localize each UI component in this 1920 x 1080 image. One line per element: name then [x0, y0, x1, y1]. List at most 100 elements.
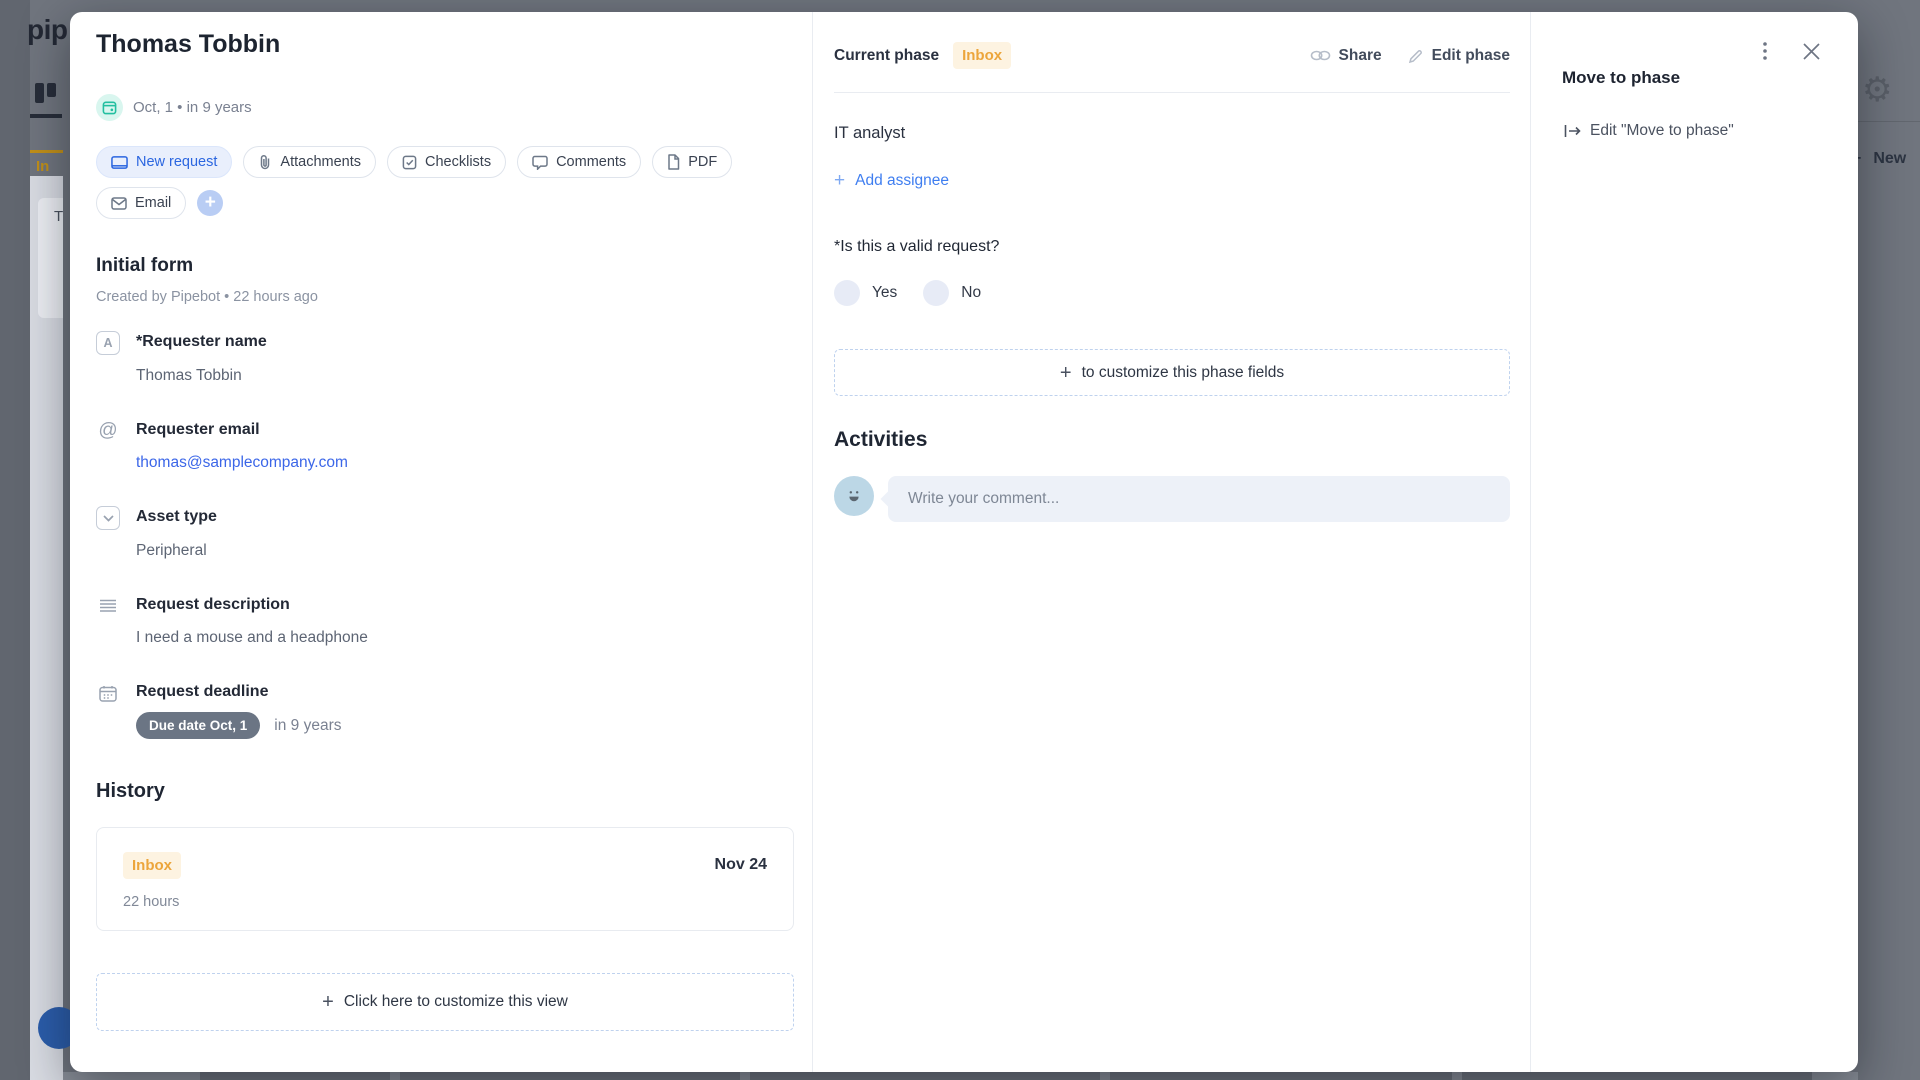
textarea-field-icon — [96, 594, 120, 618]
checklists-button[interactable]: Checklists — [387, 146, 506, 178]
card-toolbar: New request Attachments Checklists — [96, 146, 736, 219]
history-entry-card[interactable]: Inbox Nov 24 22 hours — [96, 827, 794, 931]
email-link[interactable]: thomas@samplecompany.com — [136, 454, 348, 472]
add-assignee-label: Add assignee — [855, 172, 949, 190]
column-divider — [1530, 12, 1531, 1072]
deadline-value-row: Due date Oct, 1 in 9 years — [136, 712, 341, 739]
customize-view-button[interactable]: + Click here to customize this view — [96, 973, 794, 1031]
field-value[interactable]: Thomas Tobbin — [136, 367, 242, 385]
at-sign-icon: @ — [96, 419, 120, 443]
comments-label: Comments — [556, 154, 626, 170]
background-card-edge — [1110, 1072, 1452, 1080]
phase-header: Current phase Inbox Share Edit phase — [834, 42, 1510, 69]
customize-phase-fields-label: to customize this phase fields — [1082, 364, 1284, 382]
radio-label: Yes — [872, 284, 897, 302]
field-label: Request description — [136, 596, 290, 614]
comments-button[interactable]: Comments — [517, 146, 641, 178]
calendar-icon — [96, 94, 123, 121]
radio-circle[interactable] — [923, 280, 949, 306]
current-phase-label: Current phase — [834, 47, 939, 65]
field-label: Requester email — [136, 421, 260, 439]
created-by-text: Created by Pipebot • 22 hours ago — [96, 289, 318, 305]
attachments-label: Attachments — [280, 154, 361, 170]
comment-input-bubble[interactable] — [888, 476, 1510, 522]
add-action-button[interactable]: + — [197, 190, 223, 216]
new-card-button: + New — [1852, 150, 1906, 168]
background-card-title: T — [54, 208, 63, 225]
share-button[interactable]: Share — [1310, 47, 1382, 65]
pencil-icon — [1408, 48, 1424, 64]
bar-arrow-right-icon — [1564, 124, 1581, 138]
radio-circle[interactable] — [834, 280, 860, 306]
radio-option-yes[interactable]: Yes — [834, 280, 897, 306]
pdf-label: PDF — [688, 154, 717, 170]
link-chain-icon — [1310, 49, 1331, 62]
current-phase-badge: Inbox — [953, 42, 1011, 69]
activities-heading: Activities — [834, 428, 927, 452]
add-assignee-button[interactable]: + Add assignee — [834, 172, 949, 190]
new-request-button[interactable]: New request — [96, 146, 232, 178]
column-divider — [812, 12, 813, 1072]
background-card-edge — [750, 1072, 1100, 1080]
comment-input[interactable] — [906, 489, 1492, 509]
close-icon[interactable] — [1798, 38, 1824, 64]
history-duration: 22 hours — [123, 894, 179, 910]
file-icon — [667, 154, 680, 170]
edit-phase-button[interactable]: Edit phase — [1408, 47, 1510, 65]
active-nav-underline — [30, 114, 62, 118]
card-detail-modal: Thomas Tobbin Oct, 1 • in 9 years New re… — [70, 12, 1858, 1072]
assignee-role-label: IT analyst — [834, 124, 905, 143]
select-field-icon — [96, 506, 120, 530]
email-label: Email — [135, 195, 171, 211]
customize-view-label: Click here to customize this view — [344, 993, 568, 1011]
history-heading: History — [96, 780, 165, 803]
comment-bubble-icon — [532, 155, 548, 170]
valid-request-options: Yes No — [834, 280, 981, 306]
edit-move-to-phase-link[interactable]: Edit "Move to phase" — [1564, 122, 1734, 140]
smiley-avatar — [834, 476, 874, 516]
edit-move-to-phase-label: Edit "Move to phase" — [1590, 122, 1734, 140]
customize-phase-fields-button[interactable]: + to customize this phase fields — [834, 349, 1510, 396]
check-square-icon — [402, 155, 417, 170]
envelope-icon — [111, 197, 127, 210]
due-date-text: Oct, 1 • in 9 years — [133, 99, 252, 116]
history-phase-badge: Inbox — [123, 852, 181, 879]
board-view-icon — [34, 82, 58, 104]
move-to-phase-title: Move to phase — [1562, 68, 1680, 88]
pipefy-logo: pip — [27, 14, 68, 46]
paperclip-icon — [258, 154, 272, 170]
field-label: Request deadline — [136, 683, 268, 701]
more-options-icon[interactable] — [1752, 38, 1778, 64]
history-date: Nov 24 — [715, 856, 767, 874]
request-icon — [111, 155, 128, 170]
email-button[interactable]: Email — [96, 187, 186, 219]
due-date-pill[interactable]: Due date Oct, 1 — [136, 712, 260, 739]
card-title: Thomas Tobbin — [96, 30, 280, 59]
due-date-row[interactable]: Oct, 1 • in 9 years — [96, 94, 252, 121]
field-value[interactable]: I need a mouse and a headphone — [136, 629, 368, 647]
new-request-label: New request — [136, 154, 217, 170]
background-toolbar-divider — [1858, 121, 1920, 122]
new-button-label: New — [1873, 150, 1906, 168]
radio-option-no[interactable]: No — [923, 280, 981, 306]
field-label: *Requester name — [136, 333, 267, 351]
field-label: Asset type — [136, 508, 217, 526]
text-field-icon: A — [96, 331, 120, 355]
background-left-nav — [0, 0, 30, 1080]
background-card-edge — [1462, 1072, 1812, 1080]
edit-phase-label: Edit phase — [1432, 47, 1510, 65]
calendar-field-icon — [96, 681, 120, 705]
field-value[interactable]: Peripheral — [136, 542, 207, 560]
pdf-button[interactable]: PDF — [652, 146, 732, 178]
phase-actions: Share Edit phase — [1310, 47, 1510, 65]
attachments-button[interactable]: Attachments — [243, 146, 376, 178]
phase-header-divider — [834, 92, 1510, 93]
due-relative-text: in 9 years — [274, 717, 341, 735]
initial-form-heading: Initial form — [96, 255, 193, 277]
background-card-edge — [400, 1072, 740, 1080]
comment-composer — [834, 476, 1510, 522]
share-label: Share — [1339, 47, 1382, 65]
background-card-edge — [200, 1072, 390, 1080]
phase-tab-underline — [30, 150, 63, 153]
gear-icon: ⚙ — [1862, 70, 1892, 110]
